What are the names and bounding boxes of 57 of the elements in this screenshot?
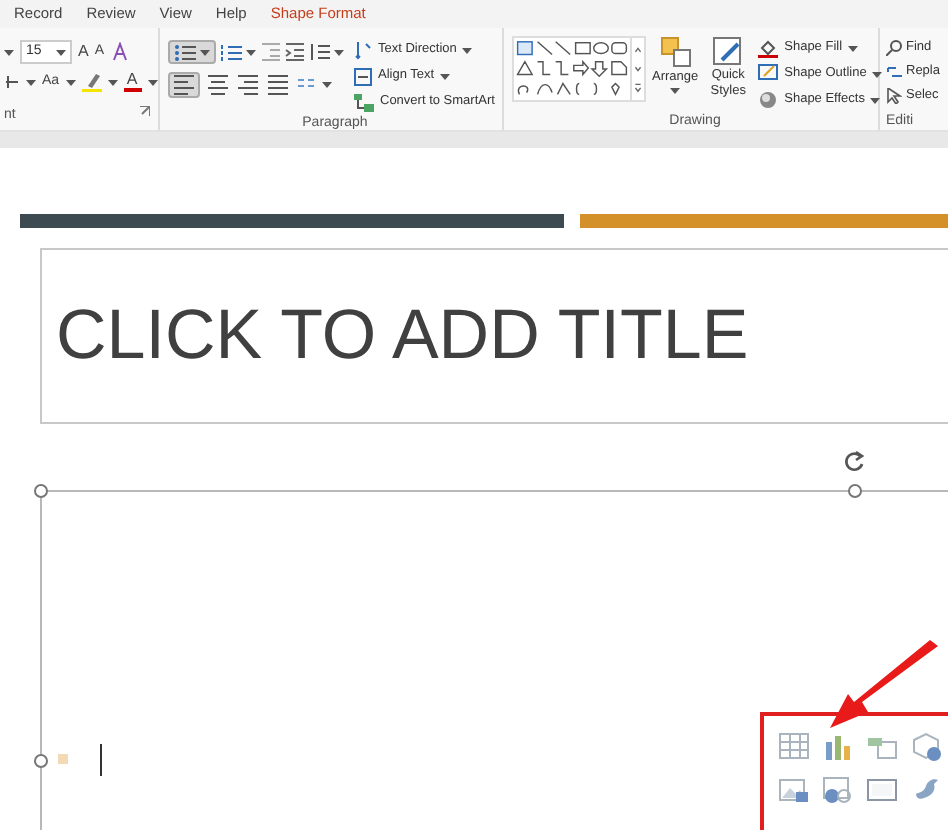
- caret-icon: [334, 49, 344, 55]
- rotate-handle-icon[interactable]: [842, 450, 866, 474]
- caret-icon: [56, 49, 66, 55]
- grow-font-button[interactable]: A: [78, 40, 89, 64]
- caret-icon: [4, 49, 14, 55]
- align-left-button[interactable]: [168, 71, 200, 97]
- resize-handle[interactable]: [847, 484, 861, 498]
- caret-icon: [870, 97, 881, 103]
- shape-effects-icon[interactable]: [758, 90, 779, 110]
- bullets-button[interactable]: [168, 40, 216, 64]
- overlapping-squares-icon: [659, 36, 692, 68]
- pointer-arrow: [826, 640, 942, 730]
- video-icon[interactable]: [866, 774, 898, 806]
- align-text-icon[interactable]: [354, 67, 372, 85]
- bullets-icon: [174, 43, 196, 61]
- caret-icon: [107, 79, 118, 85]
- shape-outlines-drawing: [514, 38, 630, 100]
- align-right-icon[interactable]: [236, 72, 260, 96]
- caret-icon: [246, 49, 256, 55]
- resize-handle[interactable]: [34, 753, 48, 767]
- smartart-icon[interactable]: [354, 93, 374, 111]
- paint-bucket-icon[interactable]: [758, 38, 779, 58]
- brush-icon: [712, 36, 745, 68]
- resize-handle[interactable]: [34, 484, 48, 498]
- cursor-icon[interactable]: [886, 88, 902, 104]
- text-direction-icon[interactable]: [354, 40, 372, 60]
- justify-icon[interactable]: [266, 72, 290, 96]
- cube-icon[interactable]: [910, 730, 942, 762]
- caret-icon: [670, 87, 681, 94]
- replace-icon[interactable]: [886, 64, 902, 80]
- clear-formatting-icon[interactable]: [110, 42, 131, 62]
- gallery-scroll-icon[interactable]: [630, 38, 644, 100]
- caret-icon: [462, 47, 473, 53]
- image-icon[interactable]: [778, 774, 810, 806]
- chart-icon[interactable]: [822, 730, 854, 762]
- shapes-icon[interactable]: [822, 774, 854, 806]
- pen-icon[interactable]: [758, 64, 779, 84]
- text-cursor: [100, 744, 102, 776]
- shapes-gallery[interactable]: [512, 36, 646, 102]
- caret-icon: [440, 73, 451, 79]
- caret-icon: [872, 71, 883, 77]
- search-icon[interactable]: [886, 40, 902, 56]
- title-placeholder[interactable]: CLICK TO ADD TITLE: [40, 248, 948, 424]
- caret-icon: [26, 79, 36, 85]
- caret-icon: [322, 81, 332, 87]
- font-color-button[interactable]: A: [123, 72, 142, 92]
- caret-icon: [848, 45, 859, 51]
- dialog-launcher-icon[interactable]: [140, 105, 150, 115]
- caret-icon: [147, 79, 158, 85]
- increase-indent-icon[interactable]: [284, 42, 304, 62]
- bullet-marker: [58, 754, 68, 764]
- numbering-icon[interactable]: [220, 43, 242, 61]
- align-center-icon[interactable]: [206, 72, 230, 96]
- line-spacing-icon[interactable]: [308, 42, 330, 62]
- highlighter-icon[interactable]: [81, 72, 102, 92]
- caret-icon: [65, 79, 76, 85]
- caret-icon: [200, 49, 210, 55]
